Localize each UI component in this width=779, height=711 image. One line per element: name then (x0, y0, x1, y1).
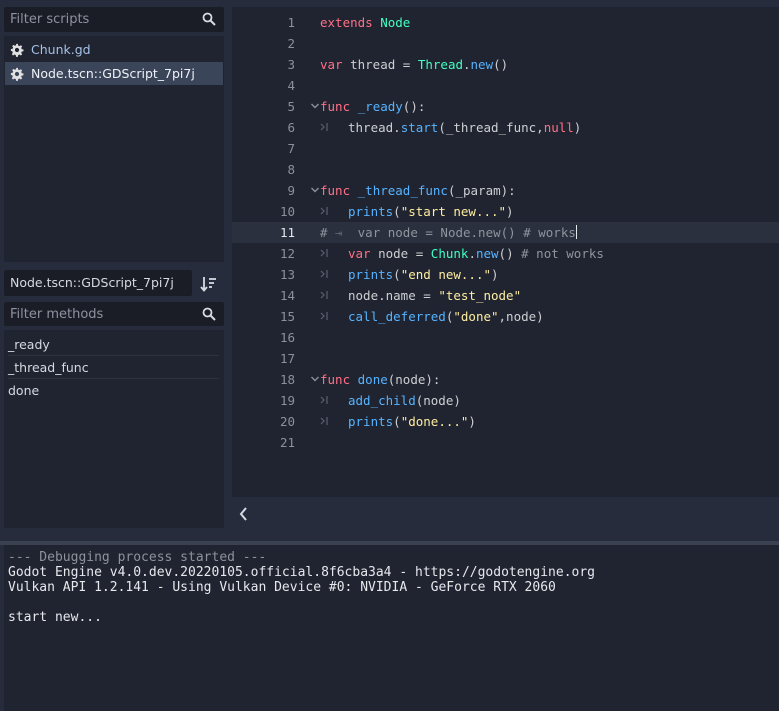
code-text: func _thread_func(_param): (320, 183, 516, 198)
tab-marker-icon (320, 291, 328, 299)
current-script-label: Node.tscn::GDScript_7pi7j (10, 275, 174, 290)
code-text: func done(node): (320, 372, 441, 387)
filter-methods-input[interactable] (4, 302, 194, 326)
line-number: 19 (279, 393, 295, 408)
line-number: 16 (279, 330, 295, 345)
script-item-node-gdscript[interactable]: Node.tscn::GDScript_7pi7j (5, 62, 223, 85)
tab-marker-icon (320, 396, 328, 404)
line-number: 11 (279, 225, 295, 240)
line-number: 5 (287, 99, 295, 114)
code-line[interactable]: 9 func _thread_func(_param): (232, 180, 779, 201)
code-text: node.name = "test_node" (348, 288, 522, 303)
code-line[interactable]: 7 (232, 138, 779, 159)
code-line[interactable]: 3 var thread = Thread.new() (232, 54, 779, 75)
line-number: 15 (279, 309, 295, 324)
line-number: 21 (279, 435, 295, 450)
code-line[interactable]: 19 add_child(node) (232, 390, 779, 411)
line-number: 8 (287, 162, 295, 177)
line-number: 13 (279, 267, 295, 282)
line-number: 4 (287, 78, 295, 93)
fold-arrow-icon[interactable] (310, 372, 320, 386)
gear-icon (10, 43, 24, 57)
filter-scripts-input[interactable] (4, 7, 194, 32)
methods-list: _ready _thread_func done (4, 330, 224, 528)
code-text: # ⇥ var node = Node.new() # works (320, 225, 577, 240)
fold-arrow-icon[interactable] (310, 183, 320, 197)
sort-icon[interactable] (199, 274, 219, 294)
filter-scripts-field[interactable] (4, 7, 224, 32)
code-line[interactable]: 21 (232, 432, 779, 453)
line-number: 7 (287, 141, 295, 156)
line-number: 9 (287, 183, 295, 198)
code-line[interactable]: 10 prints("start new...") (232, 201, 779, 222)
code-text: thread.start(_thread_func,null) (348, 120, 582, 135)
tab-marker-icon (320, 312, 328, 320)
code-line[interactable]: 6 thread.start(_thread_func,null) (232, 117, 779, 138)
output-line: Godot Engine v4.0.dev.20220105.official.… (8, 565, 595, 580)
line-number: 18 (279, 372, 295, 387)
code-text: prints("start new...") (348, 204, 514, 219)
script-item-label: Chunk.gd (31, 42, 91, 57)
code-line[interactable]: 18 func done(node): (232, 369, 779, 390)
search-icon (202, 12, 216, 26)
tab-marker-icon (320, 123, 328, 131)
code-text: var thread = Thread.new() (320, 57, 509, 72)
line-number: 14 (279, 288, 295, 303)
line-number: 12 (279, 246, 295, 261)
output-line: Vulkan API 1.2.141 - Using Vulkan Device… (8, 580, 556, 595)
line-number: 10 (279, 204, 295, 219)
code-text: add_child(node) (348, 393, 461, 408)
tab-marker-icon (320, 207, 328, 215)
code-line[interactable]: 8 (232, 159, 779, 180)
output-line: start new... (8, 610, 102, 625)
tab-marker-icon (320, 249, 328, 257)
filter-methods-field[interactable] (4, 302, 224, 326)
code-text: call_deferred("done",node) (348, 309, 544, 324)
method-item-done[interactable]: done (8, 379, 219, 402)
code-line[interactable]: 12 var node = Chunk.new() # not works (232, 243, 779, 264)
code-line[interactable]: 4 (232, 75, 779, 96)
code-line-current[interactable]: 11 # ⇥ var node = Node.new() # works (232, 222, 779, 243)
output-line: --- Debugging process started --- (8, 550, 267, 565)
code-text: prints("done...") (348, 414, 476, 429)
code-text: var node = Chunk.new() # not works (348, 246, 604, 261)
script-item-label: Node.tscn::GDScript_7pi7j (31, 66, 195, 81)
code-line[interactable]: 2 (232, 33, 779, 54)
fold-arrow-icon[interactable] (310, 99, 320, 113)
line-number: 6 (287, 120, 295, 135)
output-panel: --- Debugging process started --- Godot … (4, 545, 779, 711)
line-number: 3 (287, 57, 295, 72)
code-line[interactable]: 14 node.name = "test_node" (232, 285, 779, 306)
code-line[interactable]: 5 func _ready(): (232, 96, 779, 117)
current-script-name: Node.tscn::GDScript_7pi7j (4, 270, 192, 296)
line-number: 17 (279, 351, 295, 366)
code-line[interactable]: 1 extends Node (232, 12, 779, 33)
code-text: extends Node (320, 15, 411, 30)
code-line[interactable]: 13 prints("end new...") (232, 264, 779, 285)
search-icon (202, 307, 216, 321)
code-line[interactable]: 17 (232, 348, 779, 369)
script-item-chunk[interactable]: Chunk.gd (5, 38, 223, 61)
chevron-left-icon[interactable] (237, 506, 251, 522)
text-caret (575, 225, 577, 239)
code-line[interactable]: 15 call_deferred("done",node) (232, 306, 779, 327)
code-line[interactable]: 20 prints("done...") (232, 411, 779, 432)
gear-icon (10, 67, 24, 81)
line-number: 20 (279, 414, 295, 429)
code-editor[interactable]: 1 extends Node 2 3 var thread = Thread.new… (232, 7, 779, 497)
code-text: func _ready(): (320, 99, 426, 114)
tab-marker-icon (320, 417, 328, 425)
line-number: 2 (287, 36, 295, 51)
scripts-list: Chunk.gd Node.tscn::GDScript_7pi7j (4, 36, 224, 262)
method-item-ready[interactable]: _ready (8, 333, 219, 356)
line-number: 1 (287, 15, 295, 30)
editor-status-bar (232, 497, 779, 531)
method-item-thread-func[interactable]: _thread_func (8, 356, 219, 379)
code-text: prints("end new...") (348, 267, 499, 282)
code-line[interactable]: 16 (232, 327, 779, 348)
tab-marker-icon (320, 270, 328, 278)
